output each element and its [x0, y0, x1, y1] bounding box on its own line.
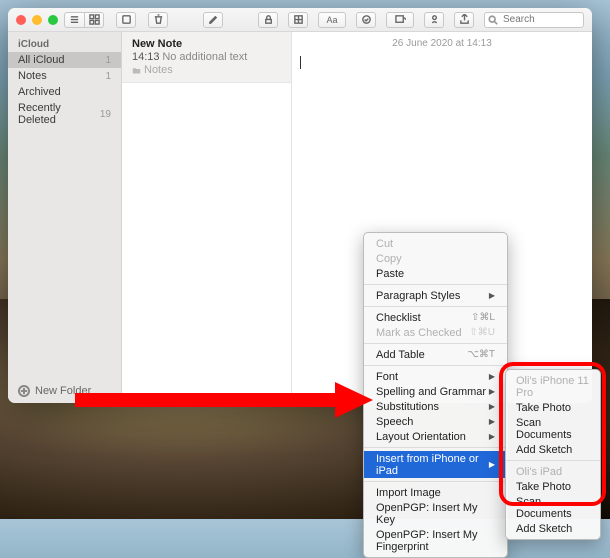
attachments-icon[interactable] [116, 12, 136, 28]
note-preview: 14:13 No additional text [132, 51, 281, 63]
menu-paste[interactable]: Paste [364, 266, 507, 281]
submenu-scan-2[interactable]: Scan Documents [506, 494, 600, 521]
traffic-lights [16, 15, 58, 25]
submenu-take-photo-2[interactable]: Take Photo [506, 479, 600, 494]
sidebar-item-all[interactable]: All iCloud1 [8, 52, 121, 68]
context-menu: Cut Copy Paste Paragraph Styles▶ Checkli… [363, 232, 508, 558]
note-card[interactable]: New Note 14:13 No additional text Notes [122, 32, 291, 83]
sidebar-item-notes[interactable]: Notes1 [8, 68, 121, 84]
sidebar-section: iCloud [8, 36, 121, 52]
folder-icon [132, 66, 141, 75]
menu-pgp-key[interactable]: OpenPGP: Insert My Key [364, 500, 507, 527]
submenu-take-photo-1[interactable]: Take Photo [506, 400, 600, 415]
chevron-right-icon: ▶ [489, 460, 495, 469]
chevron-right-icon: ▶ [489, 432, 495, 441]
submenu-sketch-2[interactable]: Add Sketch [506, 521, 600, 536]
submenu-device-2: Oli's iPad [506, 464, 600, 479]
chevron-right-icon: ▶ [489, 417, 495, 426]
menu-pgp-fingerprint[interactable]: OpenPGP: Insert My Fingerprint [364, 527, 507, 554]
titlebar: Aa [8, 8, 592, 32]
text-cursor [300, 56, 301, 69]
compose-icon[interactable] [203, 12, 223, 28]
chevron-right-icon: ▶ [489, 291, 495, 300]
menu-layout[interactable]: Layout Orientation▶ [364, 429, 507, 444]
menu-speech[interactable]: Speech▶ [364, 414, 507, 429]
list-view-icon[interactable] [64, 12, 84, 28]
chevron-right-icon: ▶ [489, 402, 495, 411]
note-list: New Note 14:13 No additional text Notes [122, 32, 292, 403]
new-folder-button[interactable]: New Folder [8, 379, 121, 403]
menu-spelling[interactable]: Spelling and Grammar▶ [364, 384, 507, 399]
media-icon[interactable] [386, 12, 414, 28]
menu-cut: Cut [364, 236, 507, 251]
sidebar-item-deleted[interactable]: Recently Deleted19 [8, 100, 121, 128]
table-icon[interactable] [288, 12, 308, 28]
sidebar-item-archived[interactable]: Archived [8, 84, 121, 100]
delete-icon[interactable] [148, 12, 168, 28]
note-title: New Note [132, 38, 281, 50]
menu-checklist[interactable]: Checklist⇧⌘L [364, 310, 507, 325]
menu-mark: Mark as Checked⇧⌘U [364, 325, 507, 340]
menu-import-image[interactable]: Import Image [364, 485, 507, 500]
submenu-insert: Oli's iPhone 11 Pro Take Photo Scan Docu… [505, 369, 601, 540]
checklist-icon[interactable] [356, 12, 376, 28]
sidebar: iCloud All iCloud1 Notes1 Archived Recen… [8, 32, 122, 403]
plus-icon [18, 385, 30, 397]
menu-copy: Copy [364, 251, 507, 266]
menu-insert-device[interactable]: Insert from iPhone or iPad▶ [364, 451, 507, 478]
link-icon[interactable] [424, 12, 444, 28]
share-icon[interactable] [454, 12, 474, 28]
text-style-icon[interactable]: Aa [318, 12, 346, 28]
chevron-right-icon: ▶ [489, 372, 495, 381]
menu-paragraph[interactable]: Paragraph Styles▶ [364, 288, 507, 303]
chevron-right-icon: ▶ [489, 387, 495, 396]
minimize-icon[interactable] [32, 15, 42, 25]
search-input[interactable] [484, 12, 584, 28]
menu-table[interactable]: Add Table⌥⌘T [364, 347, 507, 362]
search-field[interactable] [484, 12, 584, 28]
submenu-scan-1[interactable]: Scan Documents [506, 415, 600, 442]
lock-icon[interactable] [258, 12, 278, 28]
zoom-icon[interactable] [48, 15, 58, 25]
view-toggle[interactable] [64, 12, 104, 28]
menu-font[interactable]: Font▶ [364, 369, 507, 384]
note-date: 26 June 2020 at 14:13 [292, 32, 592, 55]
grid-view-icon[interactable] [84, 12, 104, 28]
submenu-device-1: Oli's iPhone 11 Pro [506, 373, 600, 400]
note-folder: Notes [132, 64, 281, 76]
close-icon[interactable] [16, 15, 26, 25]
menu-substitutions[interactable]: Substitutions▶ [364, 399, 507, 414]
search-icon [488, 15, 498, 25]
submenu-sketch-1[interactable]: Add Sketch [506, 442, 600, 457]
